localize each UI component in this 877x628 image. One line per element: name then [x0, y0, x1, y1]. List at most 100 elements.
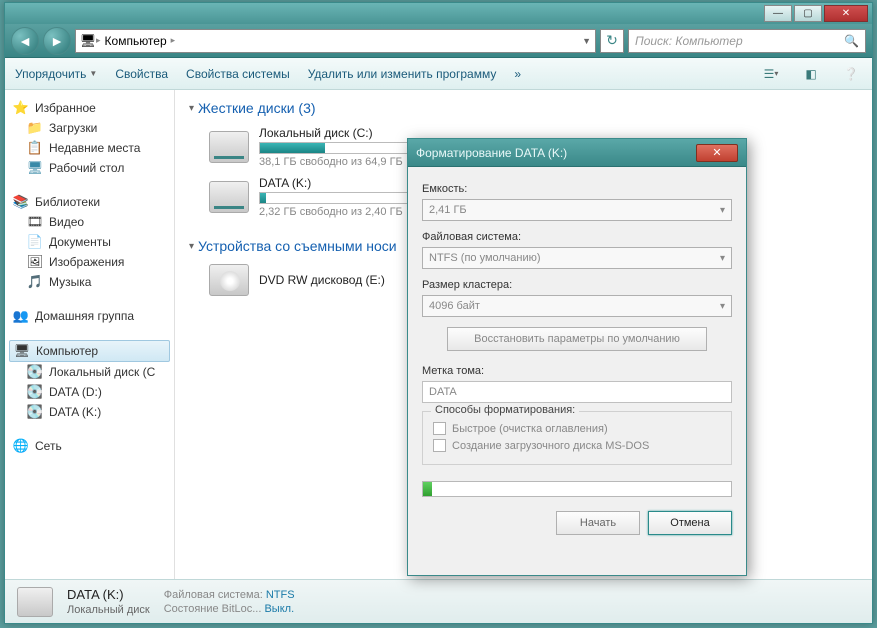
nav-row: ◄ ► 🖥 ▸ Компьютер ▸ ▼ ↻ Поиск: Компьютер… [5, 24, 872, 58]
drive-icon [17, 587, 53, 617]
computer-icon: 🖥 [80, 33, 96, 49]
sidebar-item-music[interactable]: 🎵Музыка [9, 272, 170, 292]
sidebar-network[interactable]: 🌐Сеть [9, 436, 170, 456]
status-bar: DATA (K:) Локальный диск Файловая систем… [5, 579, 872, 623]
sidebar-item-downloads[interactable]: 📁Загрузки [9, 118, 170, 138]
properties-button[interactable]: Свойства [115, 67, 168, 81]
cluster-label: Размер кластера: [422, 279, 732, 291]
star-icon: ⭐ [13, 100, 29, 116]
preview-pane-button[interactable]: ◧ [800, 63, 822, 85]
filesystem-select[interactable]: NTFS (по умолчанию) [422, 247, 732, 269]
sidebar-item-drive-k[interactable]: 💽DATA (K:) [9, 402, 170, 422]
back-button[interactable]: ◄ [11, 27, 39, 55]
status-bitlocker-value: Выкл. [264, 603, 294, 615]
drive-icon [209, 131, 249, 163]
address-bar[interactable]: 🖥 ▸ Компьютер ▸ ▼ [75, 29, 596, 53]
organize-menu[interactable]: Упорядочить▼ [15, 67, 97, 81]
chevron-down-icon: ▼ [89, 69, 97, 78]
start-button[interactable]: Начать [556, 511, 640, 535]
drive-name: DATA (K:) [259, 176, 419, 190]
status-drive-type: Локальный диск [67, 604, 150, 616]
checkbox-icon [433, 439, 446, 452]
libraries-icon: 📚 [13, 194, 29, 210]
sidebar-item-recent[interactable]: 📋Недавние места [9, 138, 170, 158]
video-icon: 🎞 [27, 214, 43, 230]
format-dialog: Форматирование DATA (K:) ✕ Емкость: 2,41… [407, 138, 747, 576]
network-icon: 🌐 [13, 438, 29, 454]
drive-free-text: 2,32 ГБ свободно из 2,40 ГБ [259, 206, 419, 218]
system-properties-button[interactable]: Свойства системы [186, 67, 290, 81]
sidebar-libraries[interactable]: 📚Библиотеки [9, 192, 170, 212]
dropdown-icon[interactable]: ▼ [582, 36, 591, 46]
search-placeholder: Поиск: Компьютер [635, 34, 743, 48]
view-mode-button[interactable]: ☰▾ [760, 63, 782, 85]
toolbar-overflow[interactable]: » [514, 67, 521, 81]
drive-c[interactable]: Локальный диск (C:) 38,1 ГБ свободно из … [209, 122, 419, 172]
homegroup-icon: 👥 [13, 308, 29, 324]
filesystem-label: Файловая система: [422, 231, 732, 243]
dvd-icon [209, 264, 249, 296]
drive-name: DVD RW дисковод (E:) [259, 273, 385, 287]
sidebar-item-drive-d[interactable]: 💽DATA (D:) [9, 382, 170, 402]
close-button[interactable]: ✕ [824, 5, 868, 22]
sidebar-homegroup[interactable]: 👥Домашняя группа [9, 306, 170, 326]
drive-icon [209, 181, 249, 213]
minimize-button[interactable]: — [764, 5, 792, 22]
recent-icon: 📋 [27, 140, 43, 156]
computer-icon: 🖥 [14, 343, 30, 359]
search-input[interactable]: Поиск: Компьютер 🔍 [628, 29, 866, 53]
volume-label-input[interactable]: DATA [422, 381, 732, 403]
breadcrumb-segment[interactable]: Компьютер [101, 34, 171, 48]
checkbox-icon [433, 422, 446, 435]
fieldset-legend: Способы форматирования: [431, 404, 579, 416]
uninstall-program-button[interactable]: Удалить или изменить программу [308, 67, 497, 81]
sidebar-computer[interactable]: 🖥Компьютер [9, 340, 170, 362]
group-header-hdd[interactable]: ▾Жесткие диски (3) [189, 100, 858, 116]
sidebar-item-documents[interactable]: 📄Документы [9, 232, 170, 252]
dialog-close-button[interactable]: ✕ [696, 144, 738, 162]
forward-button[interactable]: ► [43, 27, 71, 55]
cancel-button[interactable]: Отмена [648, 511, 732, 535]
capacity-bar [259, 142, 419, 154]
drive-icon: 💽 [27, 404, 43, 420]
pictures-icon: 🖼 [27, 254, 43, 270]
document-icon: 📄 [27, 234, 43, 250]
sidebar-favorites[interactable]: ⭐Избранное [9, 98, 170, 118]
toolbar: Упорядочить▼ Свойства Свойства системы У… [5, 58, 872, 90]
dialog-body: Емкость: 2,41 ГБ Файловая система: NTFS … [408, 167, 746, 575]
dialog-title: Форматирование DATA (K:) [416, 146, 567, 160]
quick-format-checkbox[interactable]: Быстрое (очистка оглавления) [433, 420, 721, 437]
capacity-label: Емкость: [422, 183, 732, 195]
drive-name: Локальный диск (C:) [259, 126, 419, 140]
titlebar: — ▢ ✕ [5, 3, 872, 24]
format-methods-fieldset: Способы форматирования: Быстрое (очистка… [422, 411, 732, 465]
sidebar-item-drive-c[interactable]: 💽Локальный диск (C [9, 362, 170, 382]
triangle-down-icon: ▾ [189, 103, 194, 114]
drive-icon: 💽 [27, 384, 43, 400]
sidebar-item-video[interactable]: 🎞Видео [9, 212, 170, 232]
maximize-button[interactable]: ▢ [794, 5, 822, 22]
chevron-right-icon: ▸ [171, 35, 176, 46]
drive-icon: 💽 [27, 364, 43, 380]
progress-bar [422, 481, 732, 497]
status-fs-value: NTFS [266, 589, 295, 601]
sidebar-item-desktop[interactable]: 🖥Рабочий стол [9, 158, 170, 178]
capacity-select[interactable]: 2,41 ГБ [422, 199, 732, 221]
drive-free-text: 38,1 ГБ свободно из 64,9 ГБ [259, 156, 419, 168]
triangle-down-icon: ▾ [189, 241, 194, 252]
refresh-button[interactable]: ↻ [600, 29, 624, 53]
restore-defaults-button[interactable]: Восстановить параметры по умолчанию [447, 327, 707, 351]
help-button[interactable]: ❔ [840, 63, 862, 85]
folder-icon: 📁 [27, 120, 43, 136]
sidebar: ⭐Избранное 📁Загрузки 📋Недавние места 🖥Ра… [5, 90, 175, 579]
msdos-boot-checkbox[interactable]: Создание загрузочного диска MS-DOS [433, 437, 721, 454]
sidebar-item-pictures[interactable]: 🖼Изображения [9, 252, 170, 272]
cluster-select[interactable]: 4096 байт [422, 295, 732, 317]
search-icon: 🔍 [844, 34, 859, 48]
dialog-titlebar[interactable]: Форматирование DATA (K:) ✕ [408, 139, 746, 167]
music-icon: 🎵 [27, 274, 43, 290]
status-drive-name: DATA (K:) [67, 587, 150, 602]
desktop-icon: 🖥 [27, 160, 43, 176]
volume-label-label: Метка тома: [422, 365, 732, 377]
capacity-bar [259, 192, 419, 204]
